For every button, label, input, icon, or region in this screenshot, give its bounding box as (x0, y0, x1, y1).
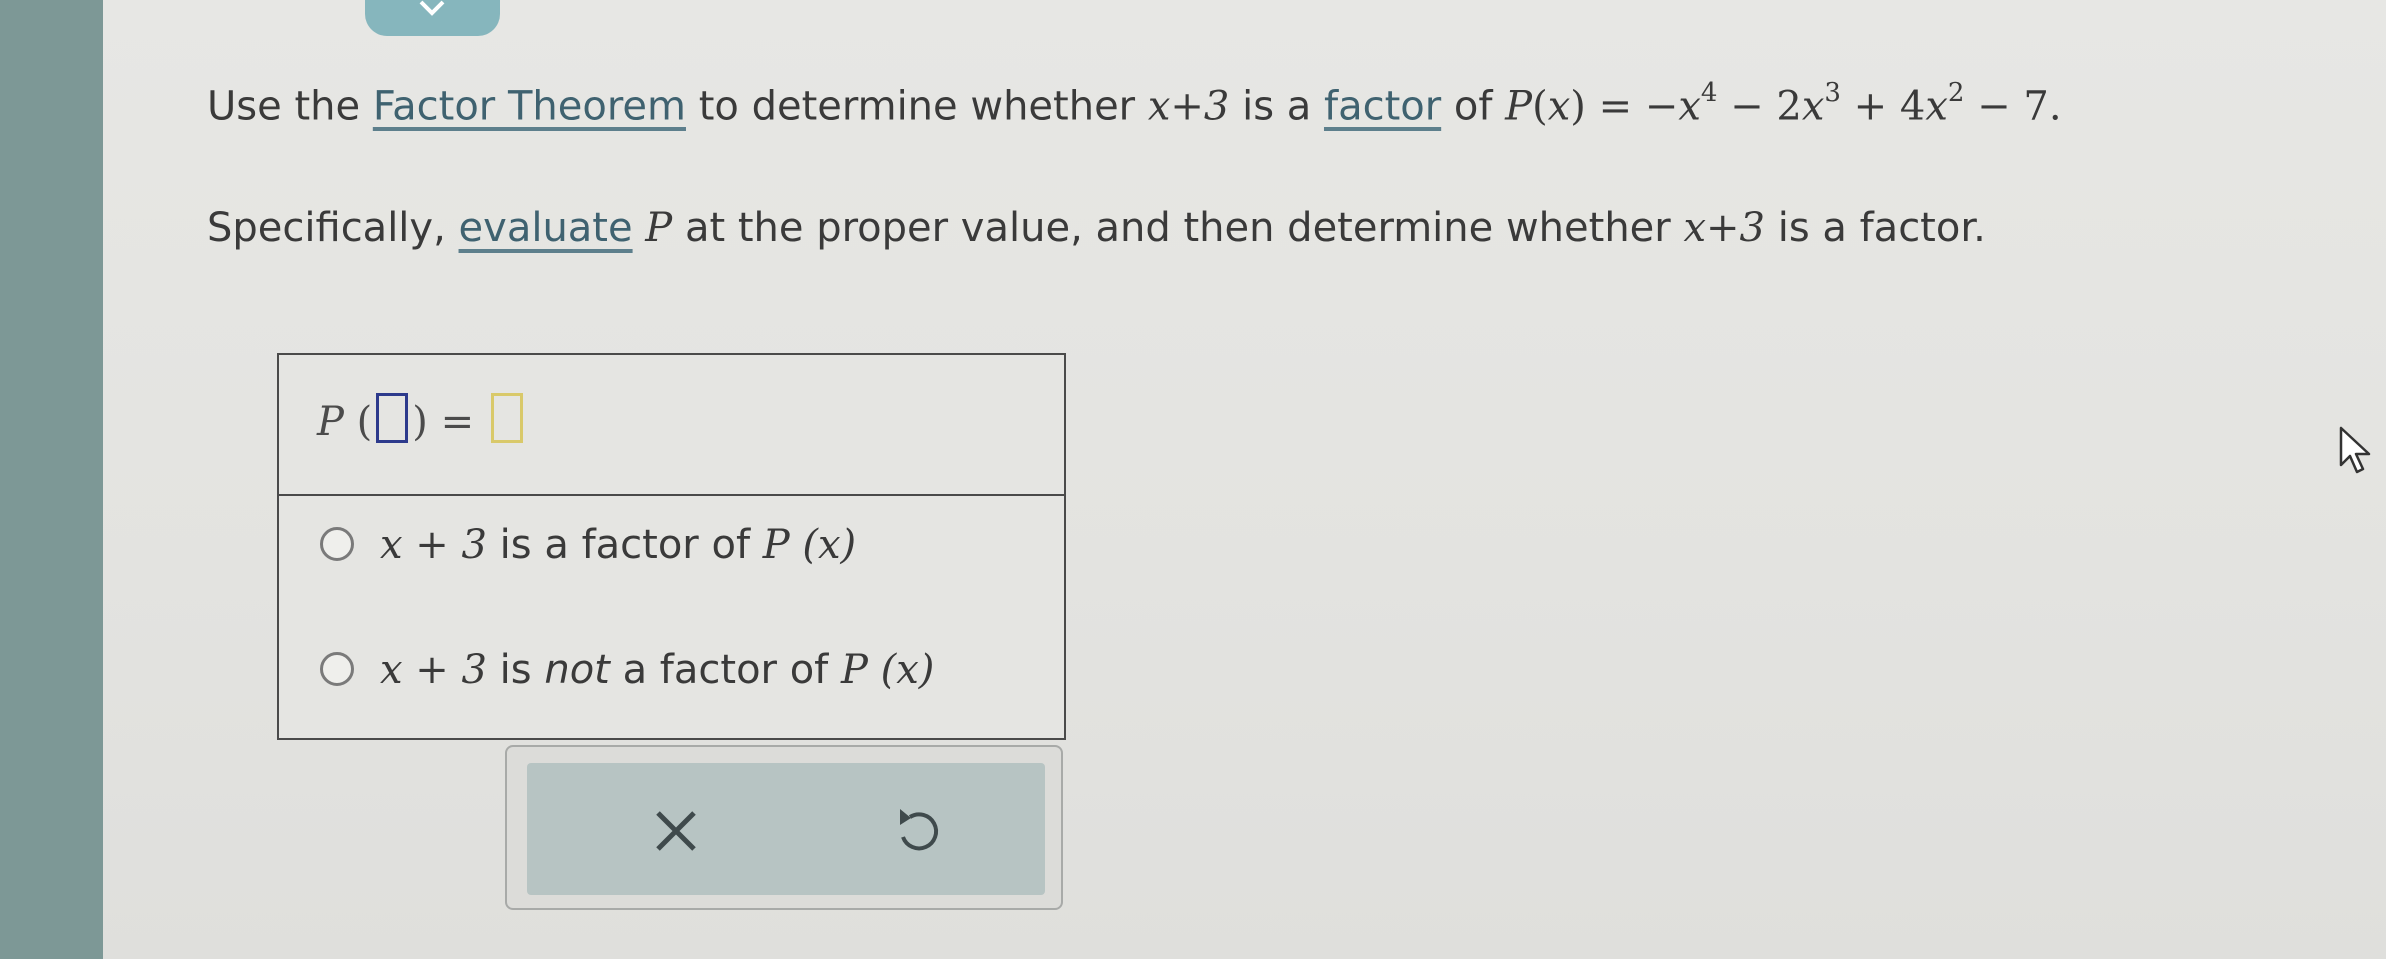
question-text: is a (1229, 83, 1324, 130)
option-label: is a factor of (486, 522, 763, 568)
question-text: Specifically, (207, 205, 459, 251)
option-label: is (486, 647, 545, 693)
close-icon (656, 811, 696, 851)
action-button-frame (505, 745, 1063, 910)
option-is-factor[interactable]: x + 3 is a factor of P (x) (320, 522, 856, 568)
question-text: to determine whether (685, 83, 1148, 130)
question-line-2: Specifically, evaluate P at the proper v… (207, 205, 1986, 251)
question-text: at the proper value, and then determine … (672, 205, 1684, 251)
question-text: Use the (207, 83, 373, 130)
math-exponent: 3 (1824, 78, 1841, 108)
math-expression: x+3 (1683, 205, 1765, 251)
math-symbol: x (1925, 83, 1948, 130)
math-symbol: P (1505, 83, 1533, 130)
evaluate-link[interactable]: evaluate (459, 205, 633, 251)
math-exponent: 4 (1700, 78, 1718, 108)
radio-button[interactable] (320, 527, 354, 561)
mouse-cursor-icon (2339, 426, 2371, 474)
math-symbol: ( (343, 399, 373, 445)
math-expression: x + 3 (380, 647, 487, 693)
math-symbol: (x) (880, 647, 935, 693)
math-symbol: x (1801, 83, 1825, 130)
math-expression: x + 3 (380, 522, 487, 568)
math-symbol: − 7. (1964, 83, 2062, 130)
evaluation-row: P () = (279, 355, 1064, 496)
math-symbol: x (1547, 83, 1571, 130)
radio-button[interactable] (320, 652, 354, 686)
undo-icon (900, 809, 939, 851)
math-symbol: = (440, 399, 475, 445)
chevron-down-icon (419, 0, 445, 16)
math-symbol: P (632, 205, 673, 251)
math-symbol: + 4 (1840, 83, 1926, 130)
evaluation-expression: P () = (317, 393, 527, 445)
math-symbol: = − (1585, 83, 1679, 130)
math-symbol: (x) (802, 522, 857, 568)
option-is-not-factor[interactable]: x + 3 is not a factor of P (x) (320, 647, 934, 693)
left-panel-strip (0, 0, 103, 959)
question-text: is a factor. (1764, 205, 1986, 251)
math-symbol: − 2 (1717, 83, 1802, 130)
math-symbol: ) (1570, 83, 1586, 130)
collapse-tab[interactable] (365, 0, 500, 36)
math-symbol: ) (412, 399, 441, 445)
option-label: a factor of (609, 647, 841, 693)
factor-link[interactable]: factor (1324, 83, 1441, 129)
factor-theorem-link[interactable]: Factor Theorem (373, 83, 686, 129)
math-exponent: 2 (1947, 78, 1965, 108)
math-symbol: P (317, 399, 344, 445)
result-value-field[interactable] (490, 393, 523, 443)
question-text: of (1441, 83, 1506, 130)
math-expression: x+3 (1147, 83, 1230, 130)
question-line-1: Use the Factor Theorem to determine whet… (207, 78, 2062, 130)
action-button-bar (527, 763, 1045, 895)
clear-button[interactable] (636, 791, 716, 871)
math-symbol: P (840, 647, 868, 693)
math-symbol: P (762, 522, 790, 568)
math-symbol: x (1678, 83, 1701, 130)
input-value-field[interactable] (376, 393, 409, 443)
math-symbol: ( (1532, 83, 1548, 130)
undo-button[interactable] (880, 791, 960, 871)
option-label-emphasis: not (544, 647, 610, 693)
